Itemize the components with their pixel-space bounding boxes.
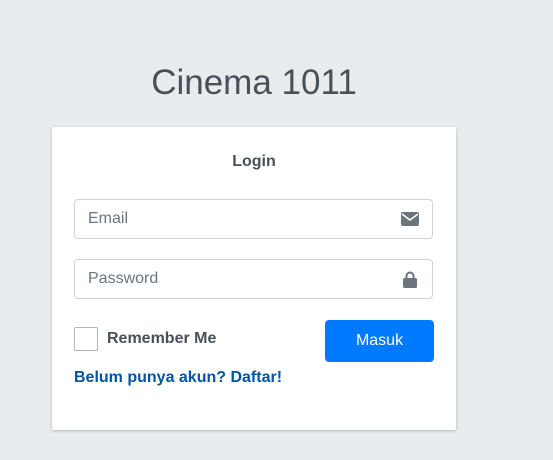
remember-me-row: Remember Me: [74, 326, 216, 352]
register-link[interactable]: Belum punya akun? Daftar!: [74, 368, 282, 388]
remember-me-label[interactable]: Remember Me: [107, 330, 216, 348]
email-input-group: [74, 199, 433, 239]
password-input-group: [74, 259, 433, 299]
password-input[interactable]: [75, 260, 375, 298]
card-title: Login: [232, 153, 276, 170]
envelope-icon: [400, 210, 420, 228]
login-card: Login Remember Me Masuk: [52, 127, 456, 430]
app-title: Cinema 1011: [151, 63, 357, 102]
login-page: Cinema 1011 Login Remember Me: [0, 0, 553, 460]
email-input[interactable]: [75, 200, 375, 238]
login-submit-button[interactable]: Masuk: [325, 320, 434, 362]
remember-me-checkbox[interactable]: [74, 327, 98, 351]
lock-icon: [400, 270, 420, 288]
